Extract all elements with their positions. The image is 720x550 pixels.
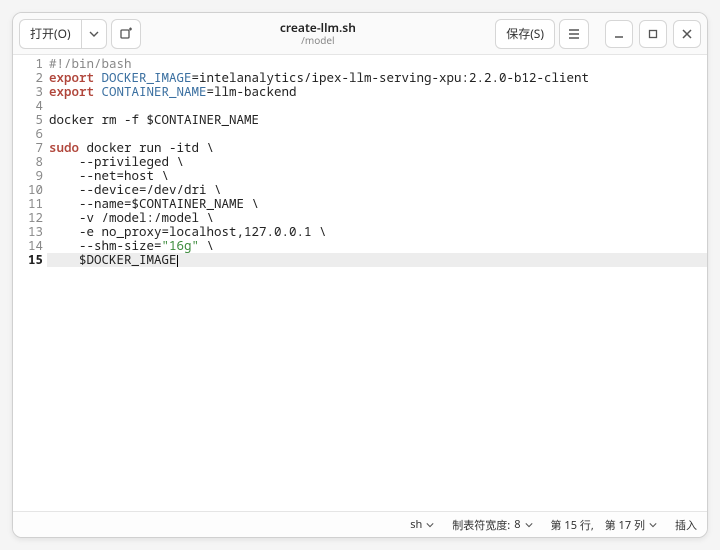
title-path: /model	[145, 35, 492, 46]
language-label: sh	[410, 517, 422, 532]
cursor-position[interactable]: 第 15 行, 第 17 列	[551, 517, 657, 533]
chevron-down-icon	[525, 521, 533, 529]
editor-window: 打开(O) create-llm.sh /model 保存(S)	[12, 12, 708, 538]
tab-width-label: 制表符宽度:	[452, 517, 510, 533]
tab-width-selector[interactable]: 制表符宽度: 8	[452, 517, 532, 533]
cursor-col: 第 17 列	[605, 517, 645, 533]
minimize-icon	[613, 28, 625, 40]
statusbar: sh 制表符宽度: 8 第 15 行, 第 17 列 插入	[13, 511, 707, 537]
close-icon	[681, 28, 693, 40]
hamburger-menu-button[interactable]	[559, 19, 589, 49]
maximize-button[interactable]	[639, 20, 667, 48]
code-line[interactable]: export CONTAINER_NAME=llm-backend	[47, 85, 707, 99]
headerbar: 打开(O) create-llm.sh /model 保存(S)	[13, 13, 707, 55]
title-area: create-llm.sh /model	[145, 21, 492, 45]
chevron-down-icon	[649, 521, 657, 529]
code-line[interactable]: $DOCKER_IMAGE	[47, 253, 707, 267]
open-recent-dropdown[interactable]	[81, 19, 107, 49]
line-number: 15	[13, 253, 43, 267]
cursor-line: 第 15 行,	[551, 517, 594, 533]
tab-width-value: 8	[514, 517, 520, 532]
open-button-group: 打开(O)	[19, 19, 107, 49]
line-number-gutter: 123456789101112131415	[13, 57, 47, 511]
minimize-button[interactable]	[605, 20, 633, 48]
code-content[interactable]: #!/bin/bashexport DOCKER_IMAGE=intelanal…	[47, 57, 707, 511]
save-button[interactable]: 保存(S)	[495, 19, 555, 49]
save-button-label: 保存(S)	[506, 25, 544, 42]
text-cursor	[177, 255, 178, 267]
maximize-icon	[647, 28, 659, 40]
code-line[interactable]: docker rm -f $CONTAINER_NAME	[47, 113, 707, 127]
insert-mode-indicator[interactable]: 插入	[675, 517, 697, 533]
open-button-label: 打开(O)	[30, 25, 71, 42]
hamburger-icon	[567, 27, 581, 41]
close-button[interactable]	[673, 20, 701, 48]
new-tab-icon	[119, 27, 133, 41]
new-tab-button[interactable]	[111, 19, 141, 49]
language-selector[interactable]: sh	[410, 517, 434, 532]
editor-area[interactable]: 123456789101112131415 #!/bin/bashexport …	[13, 55, 707, 511]
chevron-down-icon	[426, 521, 434, 529]
chevron-down-icon	[89, 29, 99, 39]
open-button[interactable]: 打开(O)	[19, 19, 81, 49]
